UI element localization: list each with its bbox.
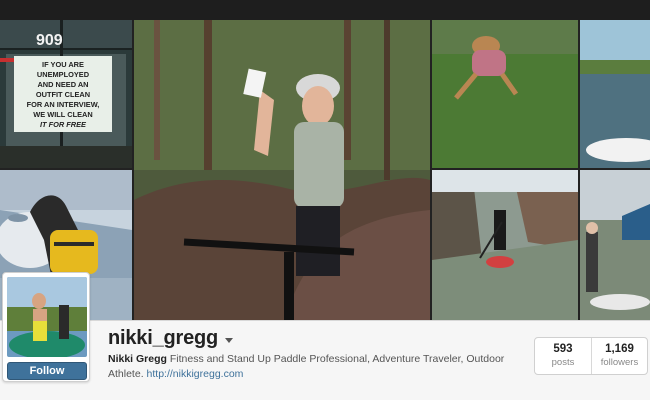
photo-paddleboard-lake[interactable]: [580, 20, 650, 168]
chevron-down-icon[interactable]: [225, 337, 234, 343]
sign-text: IF YOU ARE UNEMPLOYED AND NEED AN OUTFIT…: [26, 60, 100, 129]
username-row: nikki_gregg: [108, 327, 234, 350]
profile-bio: Nikki Gregg Fitness and Stand Up Paddle …: [108, 352, 508, 382]
profile-stats: 593 posts 1,169 followers: [534, 337, 648, 375]
stat-posts[interactable]: 593 posts: [535, 338, 591, 374]
posts-label: posts: [551, 357, 575, 368]
photo-mountain-biker[interactable]: [134, 20, 430, 320]
followers-label: followers: [600, 357, 639, 368]
avatar[interactable]: [7, 277, 87, 357]
stat-followers[interactable]: 1,169 followers: [590, 338, 647, 374]
followers-count: 1,169: [605, 343, 634, 355]
photo-paddle-event[interactable]: [580, 170, 650, 320]
avatar-box: Follow: [2, 272, 90, 382]
photo-grid: 909 IF YOU ARE UNEMPLOYED AND NEED AN OU…: [0, 20, 650, 320]
photo-storefront-sign[interactable]: 909 IF YOU ARE UNEMPLOYED AND NEED AN OU…: [0, 20, 132, 168]
photo-canyon-paddle[interactable]: [432, 170, 578, 320]
username: nikki_gregg: [108, 327, 219, 349]
website-link[interactable]: http://nikkigregg.com: [147, 368, 244, 380]
full-name: Nikki Gregg: [108, 353, 167, 365]
browser-top-bar: [0, 0, 650, 20]
posts-count: 593: [553, 343, 573, 355]
photo-jumping-dog[interactable]: [432, 20, 578, 168]
follow-button[interactable]: Follow: [7, 362, 87, 380]
sign-number: 909: [36, 32, 63, 49]
